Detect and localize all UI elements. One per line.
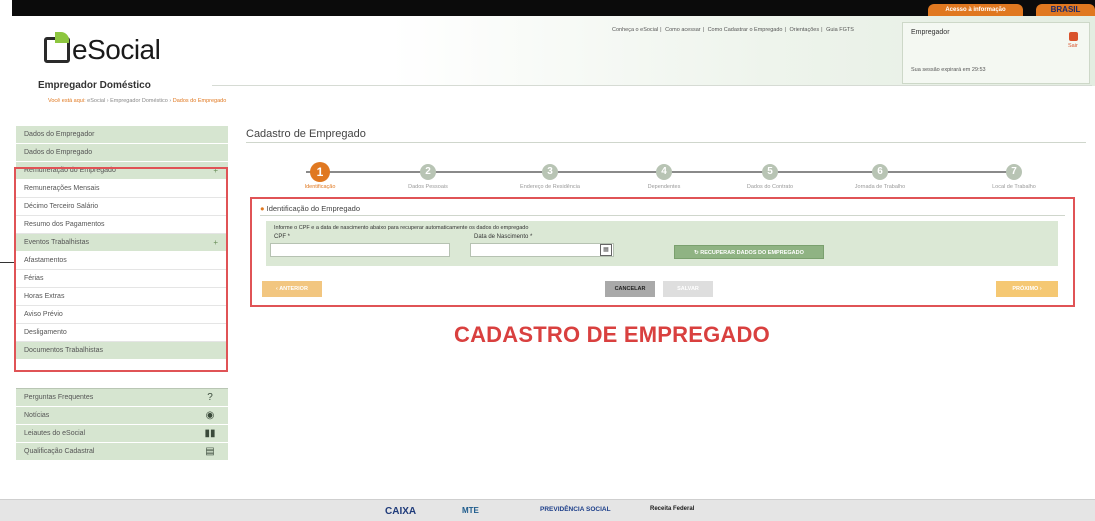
section-divider [212,85,1092,86]
step-7-circle[interactable]: 7 [1006,164,1022,180]
top-links: Conheça o eSocial | Como acessar | Como Ca… [612,27,854,33]
mte-logo[interactable]: MTE [462,506,479,515]
help-item-leiautes[interactable]: Leiautes do eSocial ▮▮ [16,425,228,443]
breadcrumb-path[interactable]: eSocial › Empregador Doméstico › [87,98,171,104]
book-icon: ▮▮ [204,428,216,439]
section-title-strip: Empregador Doméstico [12,80,1095,92]
sidebar-item-dados-empregador[interactable]: Dados do Empregador [16,126,228,144]
breadcrumb-prefix: Você está aqui: [48,98,86,104]
step-connector [432,171,542,173]
calendar-icon[interactable]: ▦ [600,244,612,256]
form-header: ● Identificação do Empregado [260,204,361,213]
identification-form: ● Identificação do Empregado Informe o C… [250,197,1075,307]
cancel-button[interactable]: CANCELAR [605,281,655,297]
help-item-perguntas[interactable]: Perguntas Frequentes? [16,389,228,407]
form-icon: ▤ [205,446,215,457]
acesso-informacao-link[interactable]: Acesso à informação [928,4,1023,16]
exit-link[interactable]: Sair [1068,43,1078,49]
step-6-label: Jornada de Trabalho [854,184,906,190]
breadcrumb-current: Dados do Empregado [172,98,227,104]
back-button[interactable]: ‹ ANTERIOR [262,281,322,297]
user-box: Empregador Sair Sua sessão expirará em 2… [902,22,1090,84]
step-connector [552,171,660,173]
breadcrumb: Você está aqui: eSocial › Empregador Dom… [48,98,226,104]
step-4-circle[interactable]: 4 [656,164,672,180]
step-1-label: Identificação [304,184,336,190]
step-connector [670,171,766,173]
title-divider [246,142,1086,143]
birth-date-label: Data de Nascimento * [474,234,533,240]
birth-date-input[interactable] [470,243,614,257]
caixa-logo[interactable]: CAIXA [385,506,416,517]
link-como-cadastrar[interactable]: Como Cadastrar o Empregado [708,27,783,33]
page-title: Cadastro de Empregado [246,128,366,140]
step-2-label: Dados Pessoais [408,184,448,190]
sidebar-highlight-box [14,167,228,372]
sidebar-item-dados-empregado[interactable]: Dados do Empregado [16,144,228,162]
next-button[interactable]: PRÓXIMO › [996,281,1058,297]
wizard-steps: 1 2 3 4 5 6 7 Identificação Dados Pessoa… [246,152,1086,192]
link-orientacoes[interactable]: Orientações [789,27,819,33]
previdencia-logo[interactable]: PREVIDÊNCIA SOCIAL [540,506,611,513]
receita-federal-logo[interactable]: Receita Federal [650,506,694,512]
logo-mark-icon [44,32,70,63]
recover-data-button[interactable]: ↻ RECUPERAR DADOS DO EMPREGADO [674,245,824,259]
step-5-label: Dados do Contrato [746,184,794,190]
page: Acesso à informação BRASIL eSocial Conhe… [0,0,1095,521]
step-3-circle[interactable]: 3 [542,164,558,180]
step-5-circle[interactable]: 5 [762,164,778,180]
form-panel: Informe o CPF e a data de nascimento aba… [266,221,1058,266]
form-info-text: Informe o CPF e a data de nascimento aba… [274,225,529,231]
cpf-input[interactable] [270,243,450,257]
step-1-circle[interactable]: 1 [310,162,330,182]
step-connector [884,171,1020,173]
user-label: Empregador [911,29,950,36]
help-item-noticias[interactable]: Notícias ◉ [16,407,228,425]
link-como-acessar[interactable]: Como acessar [665,27,700,33]
link-guia-fgts[interactable]: Guia FGTS [826,27,854,33]
step-4-label: Dependentes [647,184,681,190]
link-conheca[interactable]: Conheça o eSocial [612,27,658,33]
top-bar: Acesso à informação BRASIL [12,0,1095,16]
step-7-label: Local de Trabalho [992,184,1036,190]
step-connector [776,171,874,173]
logo-text: eSocial [72,34,161,65]
bullet-icon: ● [260,204,265,213]
cpf-label: CPF * [274,234,291,240]
footer: CAIXA MTE PREVIDÊNCIA SOCIAL Receita Fed… [0,499,1095,521]
callout-line [0,262,14,263]
step-2-circle[interactable]: 2 [420,164,436,180]
exit-icon[interactable] [1069,32,1078,41]
step-3-label: Endereço de Residência [520,184,580,190]
form-divider [260,215,1065,216]
esocial-logo[interactable]: eSocial [44,32,161,66]
question-icon: ? [207,392,213,403]
header: eSocial Conheça o eSocial | Como acessar |… [12,16,1095,86]
section-title: Empregador Doméstico [38,80,157,91]
caption-title: CADASTRO DE EMPREGADO [454,322,770,347]
brasil-link[interactable]: BRASIL [1036,4,1095,16]
globe-icon: ◉ [205,410,215,421]
help-menu: Perguntas Frequentes? Notícias ◉ Leiautes… [16,388,228,461]
step-6-circle[interactable]: 6 [872,164,888,180]
help-item-qualificacao[interactable]: Qualificação Cadastral ▤ [16,443,228,461]
session-timer: Sua sessão expirará em 29:53 [911,67,986,73]
save-button[interactable]: SALVAR [663,281,713,297]
